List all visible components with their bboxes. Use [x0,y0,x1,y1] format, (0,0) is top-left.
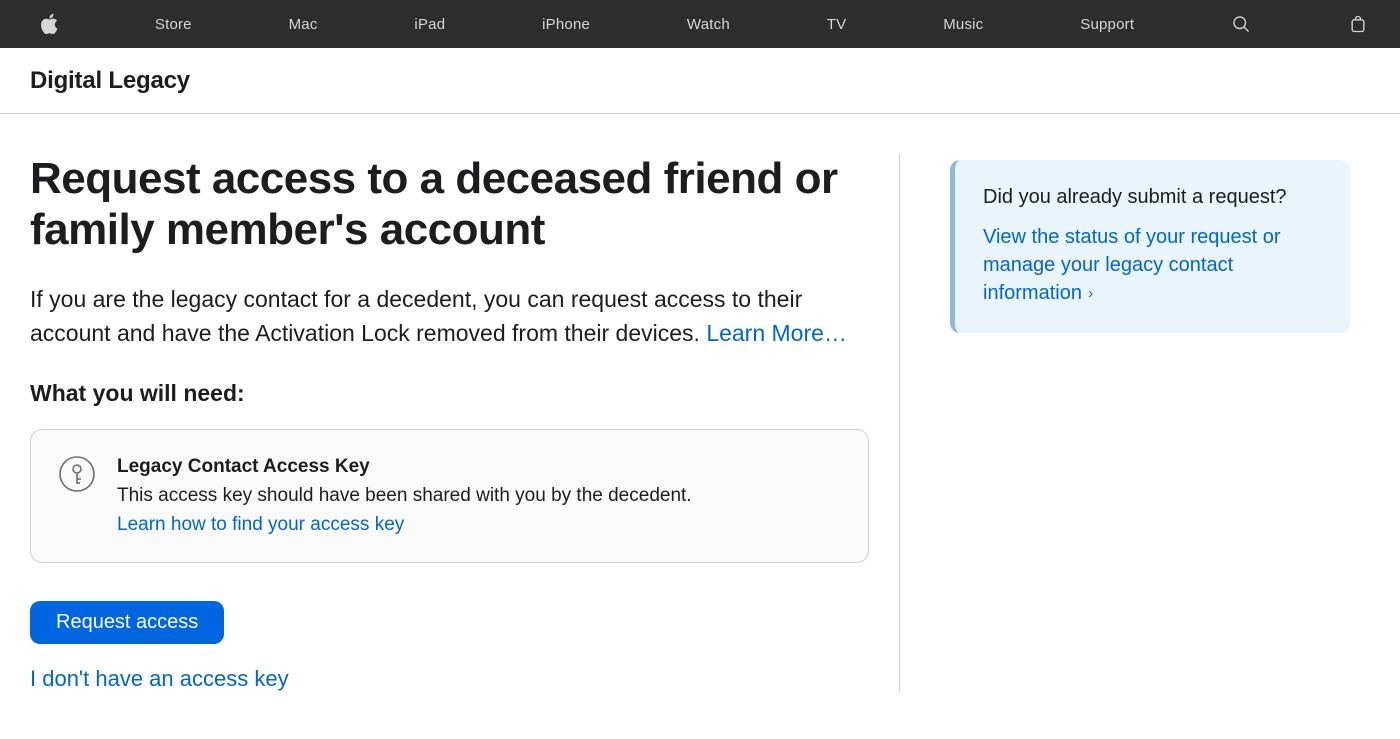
bag-icon[interactable] [1348,14,1368,34]
nav-item-watch[interactable]: Watch [687,16,730,33]
content-column: Request access to a deceased friend or f… [30,154,900,692]
global-nav-inner: Store Mac iPad iPhone Watch TV Music Sup… [10,13,1390,35]
access-key-title: Legacy Contact Access Key [117,456,692,478]
intro-paragraph: If you are the legacy contact for a dece… [30,283,869,350]
nav-item-tv[interactable]: TV [827,16,847,33]
access-key-card: Legacy Contact Access Key This access ke… [30,429,869,564]
no-access-key-link[interactable]: I don't have an access key [30,666,869,692]
main-content: Request access to a deceased friend or f… [0,114,1400,732]
view-status-link[interactable]: View the status of your request or manag… [983,226,1281,304]
request-access-button[interactable]: Request access [30,601,224,644]
learn-more-link[interactable]: Learn More… [706,320,847,346]
apple-logo-svg [40,13,58,35]
apple-logo-icon[interactable] [40,13,58,35]
aside-column: Did you already submit a request? View t… [950,154,1350,692]
nav-item-ipad[interactable]: iPad [414,16,445,33]
callout-title: Did you already submit a request? [983,186,1322,209]
access-key-card-body: Legacy Contact Access Key This access ke… [117,456,692,537]
nav-item-mac[interactable]: Mac [289,16,318,33]
nav-item-support[interactable]: Support [1080,16,1134,33]
view-status-link-text: View the status of your request or manag… [983,226,1281,304]
local-nav: Digital Legacy [0,48,1400,114]
need-heading: What you will need: [30,380,869,407]
nav-item-iphone[interactable]: iPhone [542,16,590,33]
access-key-desc: This access key should have been shared … [117,482,692,511]
status-callout: Did you already submit a request? View t… [950,160,1350,333]
find-access-key-link[interactable]: Learn how to find your access key [117,514,404,535]
page-title: Request access to a deceased friend or f… [30,154,850,255]
search-icon[interactable] [1231,14,1251,34]
local-nav-title: Digital Legacy [30,67,190,95]
global-nav: Store Mac iPad iPhone Watch TV Music Sup… [0,0,1400,48]
key-icon [59,456,95,492]
chevron-right-icon: › [1084,285,1093,302]
nav-item-store[interactable]: Store [155,16,192,33]
nav-item-music[interactable]: Music [943,16,983,33]
intro-text: If you are the legacy contact for a dece… [30,286,802,345]
